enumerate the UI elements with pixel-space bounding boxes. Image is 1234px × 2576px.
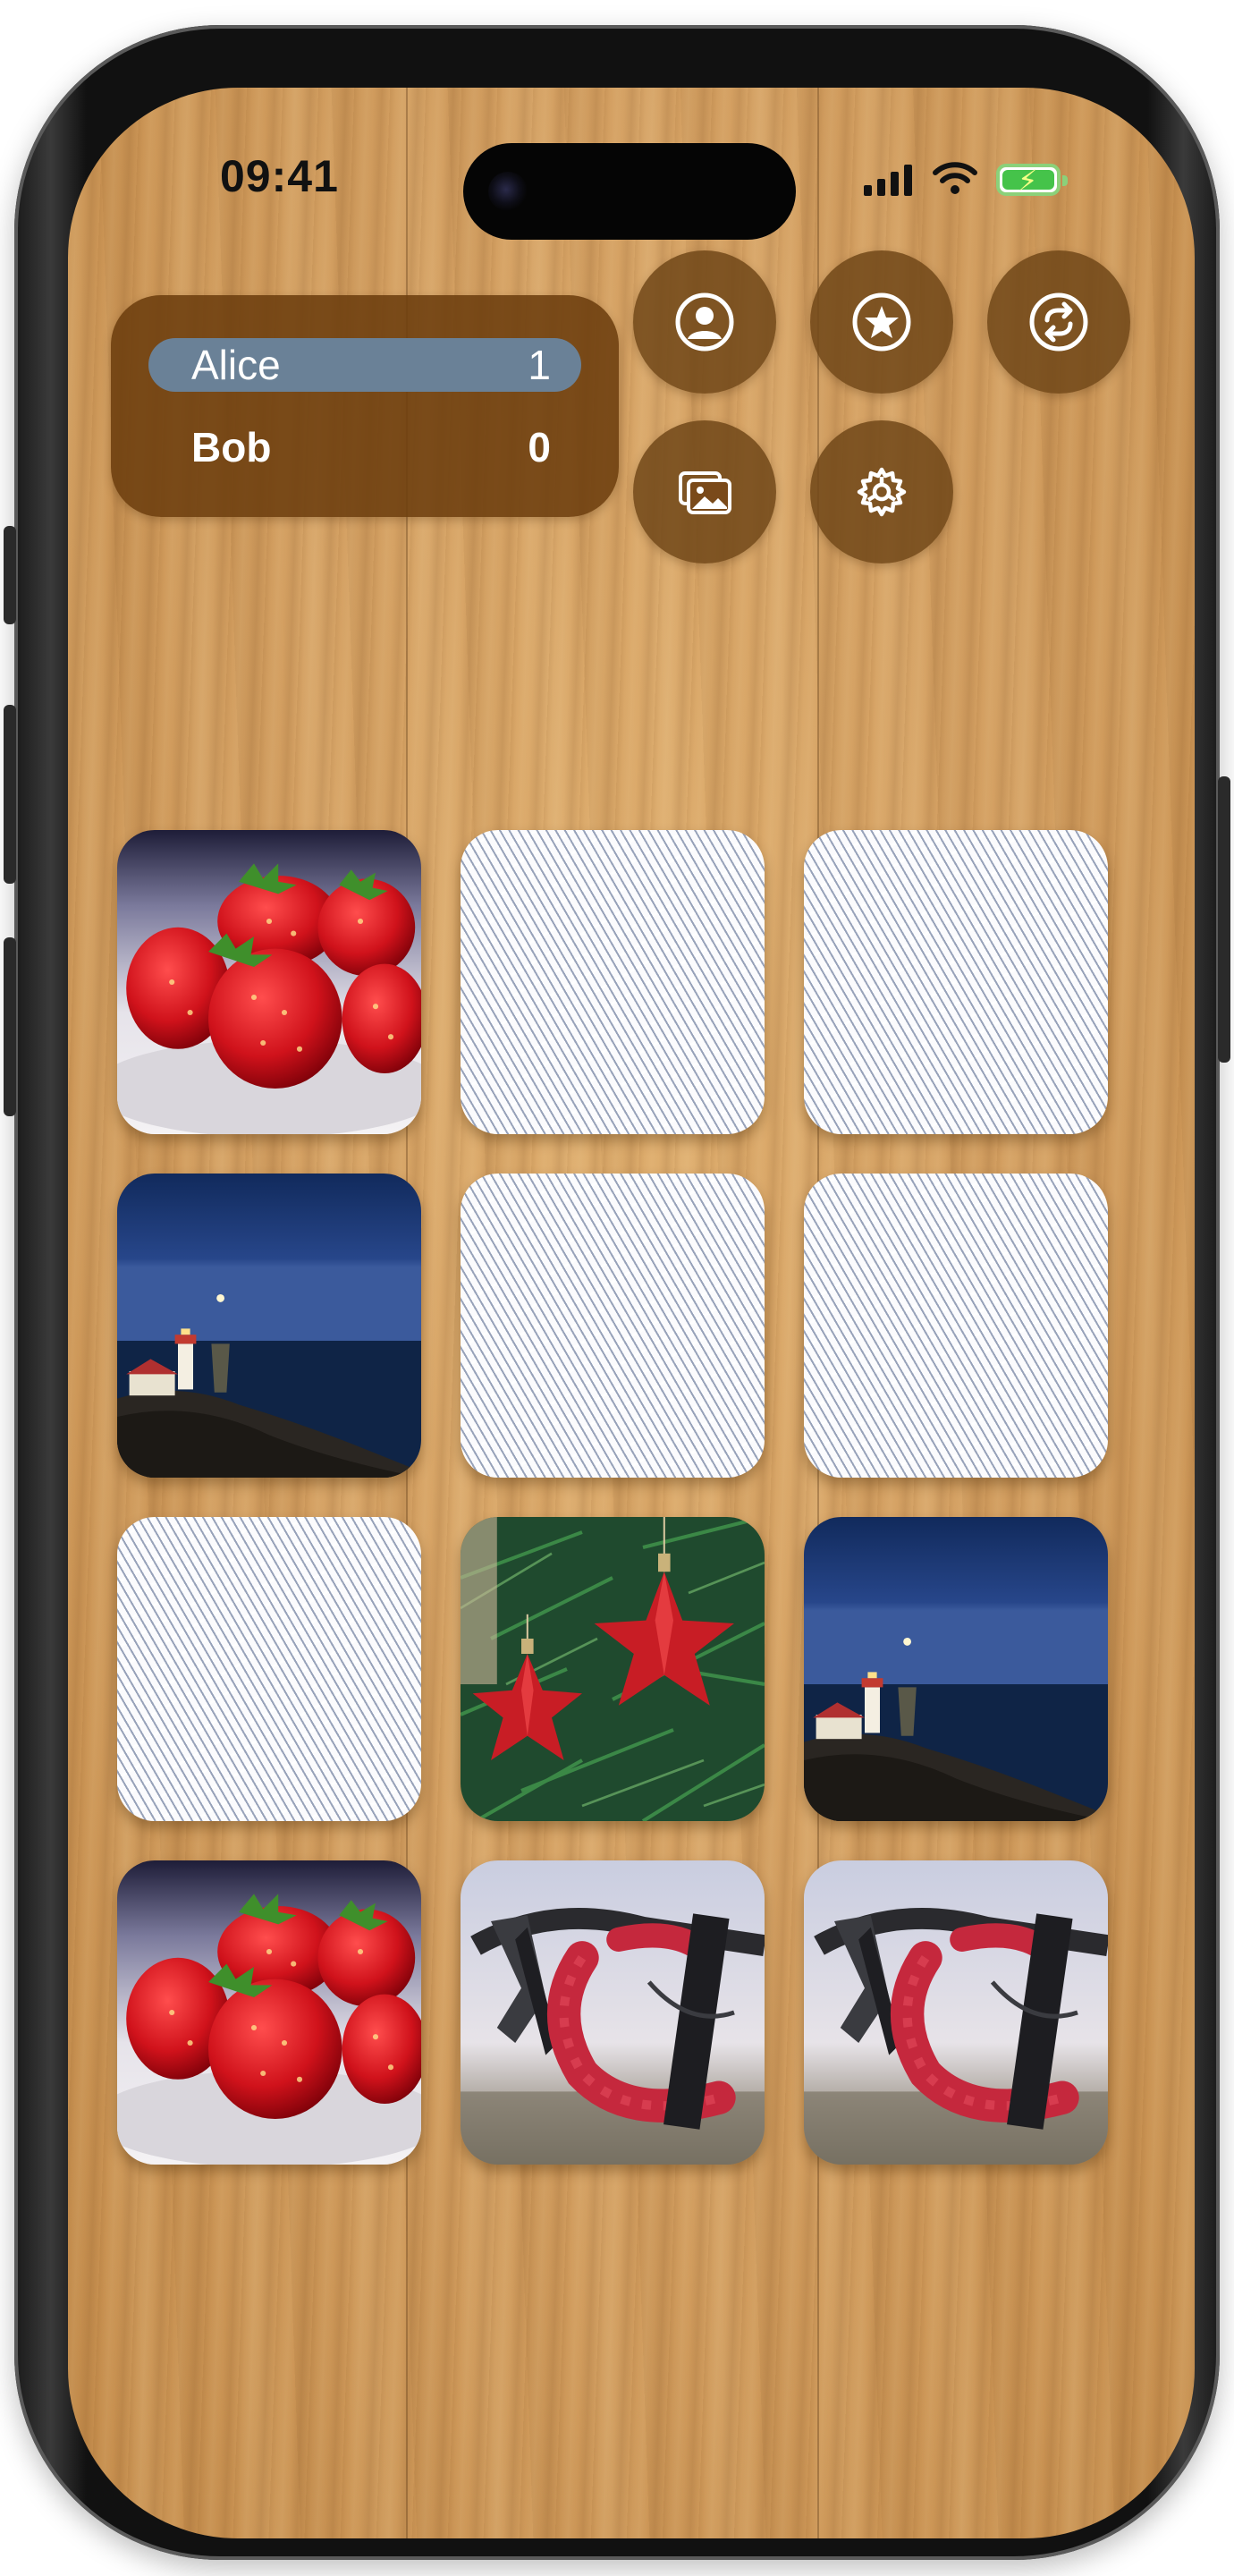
- player-row-alice: Alice 1: [148, 338, 581, 392]
- person-icon: [675, 292, 734, 352]
- status-indicators: ⚡: [864, 157, 1068, 202]
- app-screen: 09:41 ⚡ Alice 1 Bob 0: [68, 88, 1195, 2538]
- photo-library-button[interactable]: [633, 420, 776, 564]
- status-time: 09:41: [220, 151, 339, 201]
- memory-card-christmas-stars[interactable]: [461, 1517, 765, 1821]
- volume-up-button: [4, 705, 16, 884]
- battery-icon: ⚡: [996, 164, 1068, 197]
- memory-card-face-down[interactable]: [461, 830, 765, 1134]
- memory-card-strawberries[interactable]: [117, 1860, 421, 2165]
- strawberries-image: [117, 1860, 421, 2165]
- front-camera-icon: [488, 172, 528, 211]
- bicycle-handlebar-image: [804, 1860, 1108, 2165]
- player-score: 1: [528, 342, 551, 388]
- memory-card-bicycle-handlebar[interactable]: [461, 1860, 765, 2165]
- phone-frame: 09:41 ⚡ Alice 1 Bob 0: [4, 25, 1230, 2560]
- memory-card-face-down[interactable]: [117, 1517, 421, 1821]
- player-score: 0: [528, 424, 551, 470]
- player-row-bob: Bob 0: [148, 420, 581, 474]
- memory-card-face-down[interactable]: [804, 1174, 1108, 1478]
- volume-down-button: [4, 937, 16, 1116]
- dynamic-island: [463, 143, 796, 240]
- swap-arrows-icon: [1029, 292, 1088, 352]
- memory-card-face-down[interactable]: [461, 1174, 765, 1478]
- restart-button[interactable]: [987, 250, 1130, 394]
- lighthouse-image: [804, 1517, 1108, 1821]
- player-name: Alice: [191, 342, 281, 388]
- favorites-button[interactable]: [810, 250, 953, 394]
- strawberries-image: [117, 830, 421, 1134]
- settings-button[interactable]: [810, 420, 953, 564]
- lighthouse-image: [117, 1174, 421, 1478]
- action-button: [4, 526, 16, 624]
- scoreboard: Alice 1 Bob 0: [111, 295, 619, 517]
- gear-icon: [857, 467, 907, 517]
- players-button[interactable]: [633, 250, 776, 394]
- memory-card-face-down[interactable]: [804, 830, 1108, 1134]
- bicycle-handlebar-image: [461, 1860, 765, 2165]
- memory-card-lighthouse[interactable]: [117, 1174, 421, 1478]
- player-name: Bob: [191, 424, 272, 470]
- cellular-signal-icon: [864, 164, 912, 196]
- photos-icon: [679, 471, 731, 514]
- star-icon: [852, 292, 911, 352]
- christmas-stars-image: [461, 1517, 765, 1821]
- wifi-icon: [932, 161, 978, 199]
- memory-card-lighthouse[interactable]: [804, 1517, 1108, 1821]
- memory-card-bicycle-handlebar[interactable]: [804, 1860, 1108, 2165]
- memory-card-strawberries[interactable]: [117, 830, 421, 1134]
- power-button: [1218, 776, 1230, 1063]
